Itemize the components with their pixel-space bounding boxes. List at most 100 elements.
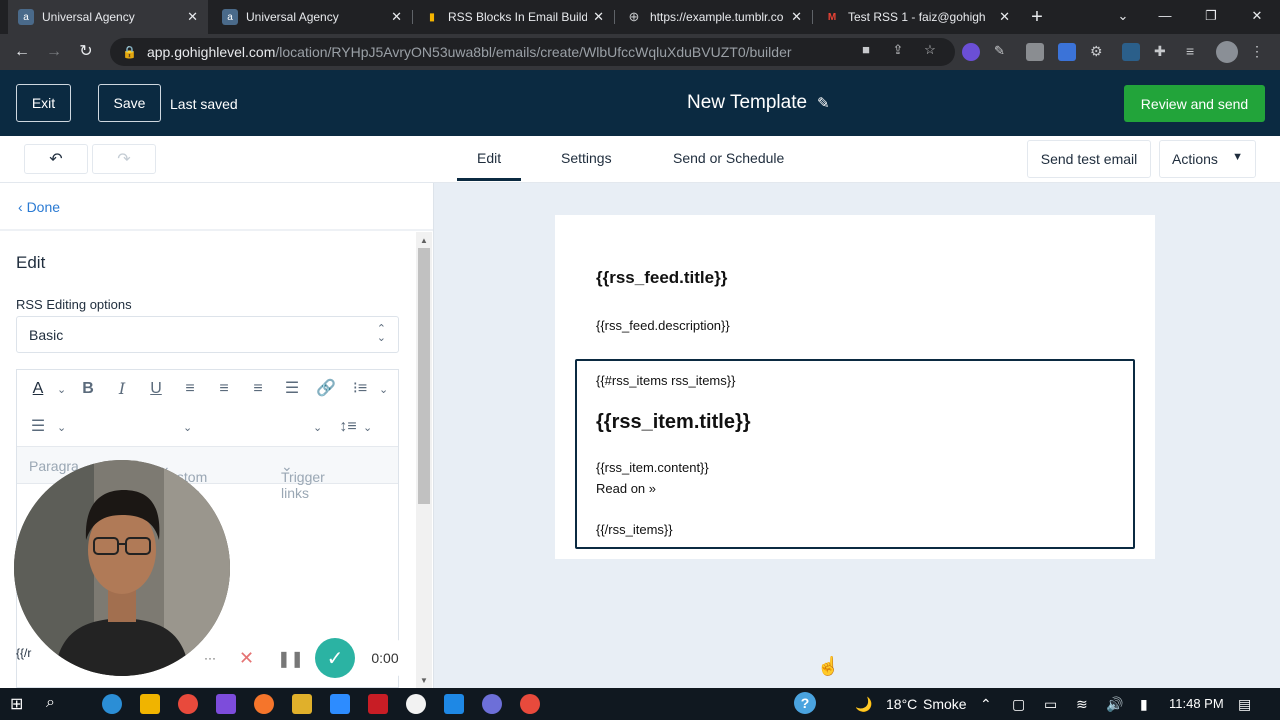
pen-extension-icon[interactable]: ✎ (994, 43, 1012, 61)
rss-options-select[interactable]: Basic ⌃ ⌄ (16, 316, 399, 353)
battery-icon[interactable]: ▭ (1044, 696, 1057, 713)
panel-heading: Edit (16, 253, 46, 272)
address-bar[interactable]: 🔒 app.gohighlevel.com/location/RYHpJ5Avr… (110, 38, 955, 66)
help-icon[interactable]: ? (794, 692, 816, 714)
extension-icon[interactable] (1058, 43, 1076, 61)
align-center-icon[interactable]: ≡ (213, 378, 235, 400)
app-icon[interactable] (482, 694, 502, 714)
app-icon[interactable] (406, 694, 426, 714)
zoom-icon[interactable] (330, 694, 350, 714)
firefox-icon[interactable] (254, 694, 274, 714)
recorder-more-button[interactable]: ··· (198, 646, 222, 670)
gear-extension-icon[interactable]: ⚙ (1090, 43, 1108, 61)
tab-settings[interactable]: Settings (561, 150, 612, 166)
volume-icon[interactable]: 🔊 (1106, 696, 1123, 713)
font-size-dropdown-icon[interactable]: ⌄ (313, 421, 322, 434)
underline-icon[interactable]: U (145, 378, 167, 400)
recorder-cancel-button[interactable]: ✕ (228, 640, 265, 677)
new-tab-icon[interactable]: + (1024, 4, 1050, 30)
tab-send-or-schedule[interactable]: Send or Schedule (673, 150, 784, 166)
tab-edit[interactable]: Edit (477, 150, 501, 166)
exit-button[interactable]: Exit (16, 84, 71, 122)
visual-studio-icon[interactable] (216, 694, 236, 714)
pencil-icon[interactable]: ✎ (817, 94, 830, 112)
undo-button[interactable]: ↶ (24, 144, 88, 174)
more-menu-icon[interactable]: ⋮ (1250, 43, 1268, 61)
rss-feed-title[interactable]: {{rss_feed.title}} (596, 268, 727, 288)
align-justify-icon[interactable]: ☰ (281, 378, 303, 400)
browser-tab-4[interactable]: ⊕ https://example.tumblr.co ✕ (616, 0, 812, 34)
chevron-down-icon[interactable]: ⌄ (57, 421, 66, 434)
save-button[interactable]: Save (98, 84, 161, 122)
redo-button[interactable]: ↷ (92, 144, 156, 174)
close-tab-icon[interactable]: ✕ (593, 9, 604, 25)
text-color-icon[interactable]: A (27, 378, 49, 400)
browser-tab-5[interactable]: M Test RSS 1 - faiz@gohigh ✕ (814, 0, 1020, 34)
close-tab-icon[interactable]: ✕ (187, 9, 198, 25)
browser-tab-2[interactable]: a Universal Agency ✕ (212, 0, 412, 34)
profile-avatar[interactable] (1216, 41, 1238, 63)
actions-dropdown[interactable]: Actions ▼ (1159, 140, 1256, 178)
bold-icon[interactable]: B (77, 378, 99, 400)
app-icon[interactable] (444, 694, 464, 714)
tab-search-icon[interactable]: ⌄ (1100, 0, 1146, 34)
link-icon[interactable]: 🔗 (315, 378, 337, 400)
review-and-send-button[interactable]: Review and send (1124, 85, 1265, 122)
close-tab-icon[interactable]: ✕ (791, 9, 802, 25)
trigger-links-dropdown[interactable]: Trigger links ⌄ (281, 458, 325, 501)
align-left-icon[interactable]: ≡ (179, 378, 201, 400)
bookmark-star-icon[interactable]: ☆ (920, 40, 940, 60)
pen-tray-icon[interactable]: ▮ (1140, 696, 1148, 713)
browser-tab-3[interactable]: ▮ RSS Blocks In Email Builde ✕ (414, 0, 614, 34)
extension-icon[interactable] (1122, 43, 1140, 61)
align-right-icon[interactable]: ≡ (247, 378, 269, 400)
scroll-down-icon[interactable]: ▼ (418, 676, 430, 685)
app-icon[interactable] (292, 694, 312, 714)
reading-list-icon[interactable]: ≡ (1186, 43, 1204, 61)
font-family-dropdown-icon[interactable]: ⌄ (183, 421, 192, 434)
back-icon[interactable]: ← (10, 40, 34, 64)
chevron-up-icon[interactable]: ⌃ (980, 696, 992, 713)
chevron-down-icon[interactable]: ⌄ (363, 421, 372, 434)
recorder-finish-button[interactable]: ✓ (315, 638, 355, 678)
netflix-icon[interactable] (368, 694, 388, 714)
rss-feed-description[interactable]: {{rss_feed.description}} (596, 318, 730, 333)
template-title[interactable]: New Template ✎ (687, 92, 830, 114)
scrollbar-thumb[interactable] (418, 248, 430, 504)
chevron-down-icon[interactable]: ⌄ (57, 383, 66, 396)
close-window-icon[interactable]: ✕ (1234, 0, 1280, 34)
forward-icon[interactable]: → (42, 40, 66, 64)
camera-icon[interactable]: ■ (856, 40, 876, 60)
line-height-icon[interactable]: ↕≡ (337, 416, 359, 438)
tray-icon[interactable]: ▢ (1012, 696, 1025, 713)
done-link[interactable]: ‹ Done (18, 199, 60, 215)
extension-icon[interactable] (1026, 43, 1044, 61)
chevron-down-icon[interactable]: ⌄ (379, 383, 388, 396)
ordered-list-icon[interactable]: ⁝≡ (349, 378, 371, 400)
clock-time[interactable]: 11:48 PM (1169, 696, 1224, 711)
restore-icon[interactable]: ❐ (1188, 0, 1234, 34)
read-on-link[interactable]: Read on » (596, 481, 656, 496)
reload-icon[interactable]: ↻ (74, 40, 98, 64)
wifi-icon[interactable]: ≋ (1076, 696, 1088, 713)
recorder-pause-button[interactable]: ❚❚ (272, 640, 309, 677)
bullet-list-icon[interactable]: ☰ (27, 416, 49, 438)
windows-start-icon[interactable]: ⊞ (10, 694, 23, 714)
scroll-up-icon[interactable]: ▲ (418, 236, 430, 245)
chrome-active-icon[interactable] (520, 694, 540, 714)
minimize-icon[interactable]: — (1142, 0, 1188, 34)
edge-icon[interactable] (102, 694, 122, 714)
extension-icon[interactable] (962, 43, 980, 61)
puzzle-icon[interactable]: ✚ (1154, 43, 1172, 61)
browser-tab-1[interactable]: a Universal Agency ✕ (8, 0, 208, 34)
close-tab-icon[interactable]: ✕ (999, 9, 1010, 25)
bar-chart-favicon-icon: ▮ (429, 11, 435, 23)
close-tab-icon[interactable]: ✕ (391, 9, 402, 25)
share-icon[interactable]: ⇪ (888, 40, 908, 60)
file-explorer-icon[interactable] (140, 694, 160, 714)
notification-icon[interactable]: ▤ (1238, 696, 1251, 713)
italic-icon[interactable]: I (111, 378, 133, 400)
send-test-email-button[interactable]: Send test email (1027, 140, 1151, 178)
chrome-icon[interactable] (178, 694, 198, 714)
search-icon[interactable]: ⌕ (46, 694, 55, 712)
